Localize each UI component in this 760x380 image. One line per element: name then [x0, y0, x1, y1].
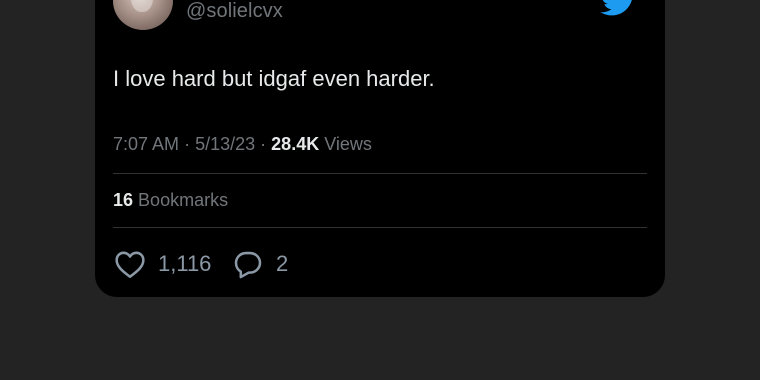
speech-bubble-icon	[234, 251, 262, 279]
tweet-meta: 7:07 AM · 5/13/23 · 28.4K Views	[113, 134, 372, 155]
meta-separator: ·	[184, 134, 191, 154]
tweet-date[interactable]: 5/13/23	[195, 134, 255, 154]
bookmarks-count: 16	[113, 190, 134, 210]
twitter-bird-icon	[600, 0, 632, 16]
reply-count: 2	[276, 251, 289, 276]
like-button[interactable]: 1,116	[114, 247, 211, 281]
bookmarks-label: Bookmarks	[138, 190, 229, 210]
screen: @solielcvx I love hard but idgaf even ha…	[0, 0, 760, 380]
meta-separator: ·	[260, 134, 267, 154]
divider	[113, 227, 647, 228]
like-count: 1,116	[158, 251, 212, 276]
reply-button[interactable]: 2	[232, 247, 288, 281]
views-count: 28.4K	[271, 134, 320, 154]
tweet-time[interactable]: 7:07 AM	[113, 134, 179, 154]
heart-icon	[115, 251, 145, 278]
divider	[113, 173, 647, 174]
views-label: Views	[324, 134, 372, 154]
tweet-text: I love hard but idgaf even harder.	[113, 66, 435, 91]
bookmarks-stat[interactable]: 16 Bookmarks	[113, 190, 228, 211]
user-handle[interactable]: @solielcvx	[186, 0, 283, 23]
